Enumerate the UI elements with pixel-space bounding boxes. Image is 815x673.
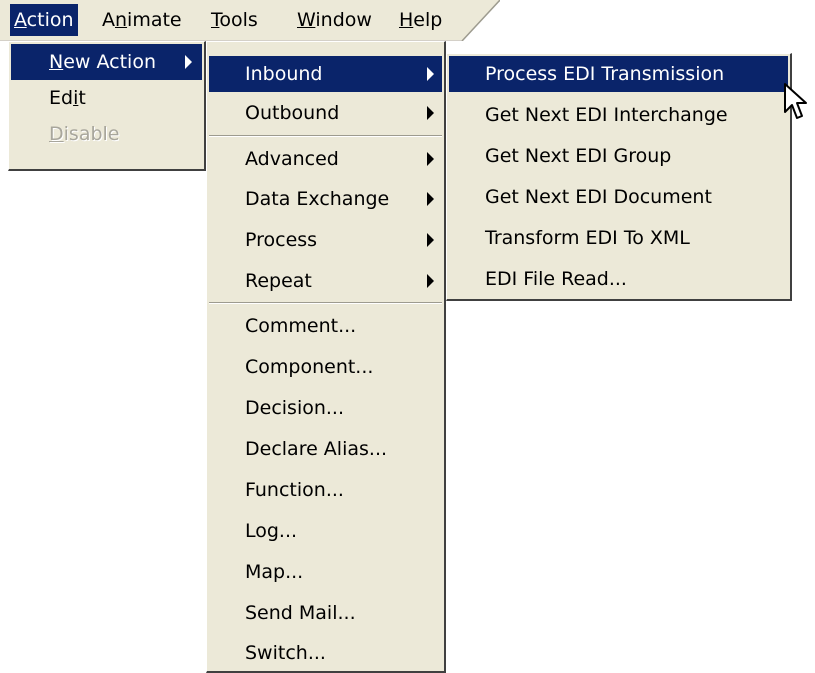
menu-item-edi-file-read[interactable]: EDI File Read...	[449, 261, 788, 297]
menu-item-function-label: Function...	[245, 479, 344, 501]
menu-item-component-label: Component...	[245, 356, 374, 378]
submenu-arrow-icon	[185, 55, 192, 69]
submenu-arrow-icon	[427, 192, 434, 206]
menu-item-decision[interactable]: Decision...	[209, 390, 442, 426]
menu-item-send-mail-label: Send Mail...	[245, 602, 356, 624]
menu-help[interactable]: Help	[395, 4, 446, 36]
menu-item-process-edi-transmission-label: Process EDI Transmission	[485, 63, 725, 85]
menu-item-declare-alias-label: Declare Alias...	[245, 438, 388, 460]
menu-item-map-label: Map...	[245, 561, 304, 583]
menu-item-declare-alias[interactable]: Declare Alias...	[209, 431, 442, 467]
menu-item-outbound-label: Outbound	[245, 102, 340, 124]
menu-item-process[interactable]: Process	[209, 222, 442, 258]
menu-item-transform-edi-to-xml-label: Transform EDI To XML	[485, 227, 690, 249]
menu-animate-pre: A	[102, 9, 115, 31]
menu-item-new-action[interactable]: New Action	[11, 44, 202, 80]
disable-post: isable	[63, 123, 120, 145]
menu-item-outbound[interactable]: Outbound	[209, 95, 442, 131]
menu-help-post: elp	[413, 9, 443, 31]
menu-item-inbound[interactable]: Inbound	[209, 56, 442, 92]
submenu-arrow-icon	[427, 106, 434, 120]
menu-action-post: ction	[26, 9, 74, 31]
action-menu: New Action Edit Disable	[8, 41, 206, 171]
menu-item-map[interactable]: Map...	[209, 554, 442, 590]
menu-item-edit-label: Edit	[49, 80, 86, 116]
menu-action-accel: A	[14, 9, 27, 31]
menu-action[interactable]: Action	[10, 4, 78, 36]
menu-item-new-action-label: New Action	[49, 44, 156, 80]
menu-item-get-next-edi-group[interactable]: Get Next EDI Group	[449, 138, 788, 174]
menu-item-get-next-edi-group-label: Get Next EDI Group	[485, 145, 672, 167]
menu-window[interactable]: Window	[293, 4, 376, 36]
menu-item-inbound-label: Inbound	[245, 63, 323, 85]
menu-item-data-exchange[interactable]: Data Exchange	[209, 181, 442, 217]
menu-item-get-next-edi-interchange-label: Get Next EDI Interchange	[485, 104, 728, 126]
menu-item-get-next-edi-document-label: Get Next EDI Document	[485, 186, 712, 208]
menu-item-repeat[interactable]: Repeat	[209, 263, 442, 299]
mouse-pointer-icon	[784, 83, 807, 119]
menu-separator	[209, 302, 442, 304]
new-action-accel: N	[49, 51, 64, 73]
menu-item-process-edi-transmission[interactable]: Process EDI Transmission	[449, 56, 788, 92]
menu-help-accel: H	[399, 9, 414, 31]
menu-item-advanced[interactable]: Advanced	[209, 141, 442, 177]
menu-item-disable-label: Disable	[49, 116, 120, 152]
menubar: Action Animate Tools Window Help	[0, 0, 500, 41]
menu-item-disable: Disable	[11, 116, 202, 152]
menu-item-component[interactable]: Component...	[209, 349, 442, 385]
menu-animate-post: imate	[127, 9, 182, 31]
menu-item-switch-label: Switch...	[245, 642, 326, 664]
menu-item-get-next-edi-document[interactable]: Get Next EDI Document	[449, 179, 788, 215]
submenu-arrow-icon	[427, 152, 434, 166]
menu-item-decision-label: Decision...	[245, 397, 345, 419]
edit-pre: Ed	[49, 87, 74, 109]
menu-item-switch[interactable]: Switch...	[209, 635, 442, 671]
menu-item-edi-file-read-label: EDI File Read...	[485, 268, 627, 290]
new-action-post: ew Action	[63, 51, 156, 73]
menu-item-data-exchange-label: Data Exchange	[245, 188, 390, 210]
edit-post: t	[78, 87, 86, 109]
menu-item-log-label: Log...	[245, 520, 298, 542]
submenu-arrow-icon	[427, 67, 434, 81]
menu-animate-accel: n	[115, 9, 128, 31]
menu-item-send-mail[interactable]: Send Mail...	[209, 595, 442, 631]
disable-accel: D	[49, 123, 64, 145]
menu-item-function[interactable]: Function...	[209, 472, 442, 508]
menu-item-edit[interactable]: Edit	[11, 80, 202, 116]
menu-item-advanced-label: Advanced	[245, 148, 339, 170]
menu-item-repeat-label: Repeat	[245, 270, 312, 292]
menu-window-post: indow	[315, 9, 372, 31]
menu-animate[interactable]: Animate	[98, 4, 186, 36]
new-action-submenu: Inbound Outbound Advanced Data Exchange …	[206, 41, 446, 673]
menu-window-accel: W	[297, 9, 316, 31]
submenu-arrow-icon	[427, 233, 434, 247]
menu-item-comment[interactable]: Comment...	[209, 308, 442, 344]
inbound-submenu: Process EDI Transmission Get Next EDI In…	[446, 53, 792, 301]
menu-item-log[interactable]: Log...	[209, 513, 442, 549]
menu-item-process-label: Process	[245, 229, 318, 251]
menu-tools-post: ools	[219, 9, 258, 31]
submenu-arrow-icon	[427, 274, 434, 288]
menu-tools[interactable]: Tools	[207, 4, 262, 36]
menu-separator	[209, 135, 442, 137]
menu-item-comment-label: Comment...	[245, 315, 357, 337]
menu-item-transform-edi-to-xml[interactable]: Transform EDI To XML	[449, 220, 788, 256]
menu-item-get-next-edi-interchange[interactable]: Get Next EDI Interchange	[449, 97, 788, 133]
